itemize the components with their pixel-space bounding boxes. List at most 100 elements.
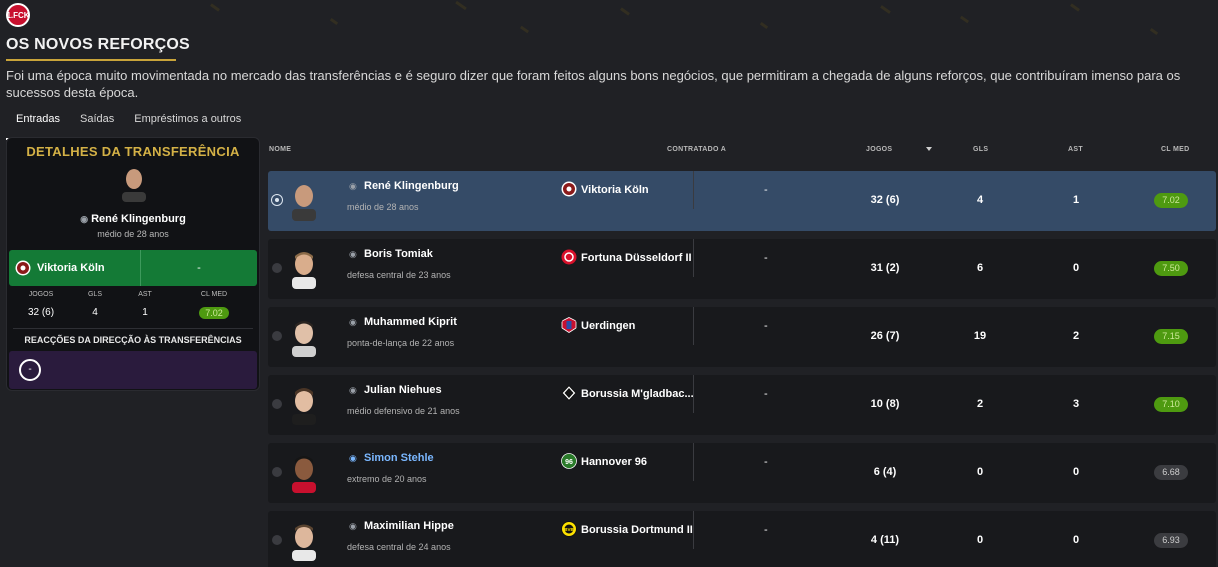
- title-underline: [6, 59, 176, 61]
- rating-badge: 7.15: [1154, 329, 1188, 344]
- viktoria-koln-badge-icon: [15, 260, 31, 276]
- transfer-fee: -: [764, 456, 768, 468]
- tab-emprestimos[interactable]: Empréstimos a outros: [124, 112, 251, 133]
- intro-text: Foi uma época muito movimentada no merca…: [6, 68, 1181, 100]
- reaction-indicator[interactable]: -: [19, 359, 41, 381]
- svg-text:BVB: BVB: [564, 527, 574, 532]
- row-radio[interactable]: [272, 399, 282, 409]
- player-name[interactable]: Maximilian Hippe: [364, 520, 454, 532]
- rating-badge: 7.50: [1154, 261, 1188, 276]
- table-row[interactable]: ◉ René Klingenburg médio de 28 anos Vikt…: [268, 171, 1216, 231]
- player-photo: [292, 456, 316, 493]
- transfer-details-panel: DETALHES DA TRANSFERÊNCIA ◉ René Klingenb…: [6, 137, 260, 391]
- stat-label: AST: [138, 291, 152, 298]
- player-role: ponta-de-lança de 22 anos: [347, 338, 455, 348]
- assists-cell: 3: [1072, 398, 1080, 410]
- tab-bar: Entradas Saídas Empréstimos a outros: [6, 112, 251, 140]
- stat-ast: AST 1: [131, 291, 159, 318]
- row-radio[interactable]: [272, 535, 282, 545]
- row-radio[interactable]: [272, 195, 282, 205]
- stat-value: 1: [142, 307, 148, 318]
- stat-label: GLS: [87, 291, 102, 298]
- col-header-nome[interactable]: NOME: [269, 146, 291, 153]
- col-header-jogos[interactable]: JOGOS: [866, 146, 892, 153]
- table-row[interactable]: ◉ Muhammed Kiprit ponta-de-lança de 22 a…: [268, 307, 1216, 367]
- tab-entradas[interactable]: Entradas: [6, 112, 71, 140]
- stat-gls: GLS 4: [81, 291, 109, 318]
- person-icon: ◉: [349, 317, 357, 327]
- hannover-96-badge-icon: 96: [561, 453, 577, 469]
- table-row[interactable]: ◉ Julian Niehues médio defensivo de 21 a…: [268, 375, 1216, 435]
- transfer-fee: -: [764, 320, 768, 332]
- transfer-fee: -: [764, 252, 768, 264]
- player-role: defesa central de 24 anos: [347, 542, 451, 552]
- details-name-text: René Klingenburg: [91, 213, 186, 225]
- club-name[interactable]: Uerdingen: [581, 320, 635, 332]
- reactions-title: REACÇÕES DA DIRECÇÃO ÀS TRANSFERÊNCIAS: [24, 335, 242, 345]
- apps-cell: 6 (4): [873, 466, 897, 478]
- rating-badge: 7.10: [1154, 397, 1188, 412]
- stat-cl-med: CL MED 7.02: [195, 291, 233, 319]
- reactions-box: -: [9, 351, 257, 389]
- player-name[interactable]: Simon Stehle: [364, 452, 434, 464]
- goals-cell: 0: [976, 466, 984, 478]
- details-club-name: Viktoria Köln: [37, 262, 105, 274]
- player-photo: [292, 321, 316, 357]
- assists-cell: 0: [1072, 466, 1080, 478]
- table-row[interactable]: ◉ Boris Tomiak defesa central de 23 anos…: [268, 239, 1216, 299]
- row-radio[interactable]: [272, 331, 282, 341]
- assists-cell: 2: [1072, 330, 1080, 342]
- club-name[interactable]: Hannover 96: [581, 456, 647, 468]
- player-photo: [292, 185, 316, 221]
- club-name[interactable]: Borussia M'gladbac...: [581, 388, 694, 400]
- details-club[interactable]: Viktoria Köln: [9, 250, 141, 286]
- divider: [693, 171, 694, 209]
- transfer-fee: -: [764, 388, 768, 400]
- divider: [693, 511, 694, 549]
- person-icon: ◉: [349, 385, 357, 395]
- rating-badge: 6.68: [1154, 465, 1188, 480]
- player-name[interactable]: Julian Niehues: [364, 384, 442, 396]
- club-name[interactable]: Borussia Dortmund II: [581, 524, 693, 536]
- table-row[interactable]: ◉ Simon Stehle extremo de 20 anos 96 Han…: [268, 443, 1216, 503]
- row-radio[interactable]: [272, 467, 282, 477]
- apps-cell: 10 (8): [870, 398, 900, 410]
- divider: [693, 307, 694, 345]
- player-name[interactable]: Muhammed Kiprit: [364, 316, 457, 328]
- row-radio[interactable]: [272, 263, 282, 273]
- player-role: médio de 28 anos: [347, 202, 419, 212]
- apps-cell: 31 (2): [870, 262, 900, 274]
- player-role: médio defensivo de 21 anos: [347, 406, 460, 416]
- tab-saidas[interactable]: Saídas: [70, 112, 124, 133]
- player-name[interactable]: Boris Tomiak: [364, 248, 433, 260]
- goals-cell: 19: [973, 330, 987, 342]
- col-header-cl-med[interactable]: CL MED: [1161, 146, 1190, 153]
- player-photo: [292, 252, 316, 289]
- col-header-ast[interactable]: AST: [1068, 146, 1083, 153]
- player-photo: [292, 524, 316, 561]
- stat-label: JOGOS: [28, 291, 54, 298]
- stat-jogos: JOGOS 32 (6): [21, 291, 61, 318]
- player-photo: [118, 166, 150, 202]
- divider: [693, 443, 694, 481]
- player-name[interactable]: René Klingenburg: [364, 180, 459, 192]
- col-header-gls[interactable]: GLS: [973, 146, 988, 153]
- details-player-name: ◉ René Klingenburg: [7, 213, 259, 225]
- person-icon: ◉: [349, 181, 357, 191]
- borussia-dortmund-badge-icon: BVB: [561, 521, 577, 537]
- col-header-contratado-a[interactable]: CONTRATADO A: [667, 146, 726, 153]
- club-name[interactable]: Fortuna Düsseldorf II: [581, 252, 692, 264]
- club-name[interactable]: Viktoria Köln: [581, 184, 649, 196]
- borussia-mgladbach-badge-icon: [561, 385, 577, 401]
- stat-value: 4: [92, 307, 98, 318]
- rating-badge: 6.93: [1154, 533, 1188, 548]
- table-row[interactable]: ◉ Maximilian Hippe defesa central de 24 …: [268, 511, 1216, 567]
- page-title: OS NOVOS REFORÇOS: [6, 36, 190, 53]
- goals-cell: 6: [976, 262, 984, 274]
- person-icon: ◉: [349, 521, 357, 531]
- stat-rating-badge: 7.02: [199, 307, 229, 319]
- player-photo: [292, 388, 316, 425]
- divider: [13, 328, 253, 329]
- apps-cell: 26 (7): [870, 330, 900, 342]
- uerdingen-badge-icon: [561, 317, 577, 333]
